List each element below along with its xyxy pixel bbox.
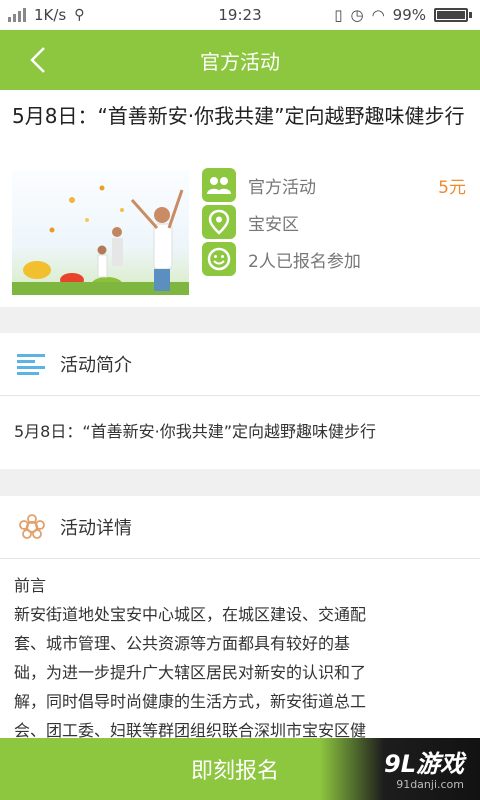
- details-line: 础，为进一步提升广大辖区居民对新安的认识和了: [14, 663, 367, 682]
- activity-location: 宝安区: [248, 214, 299, 235]
- network-speed: 1K/s: [34, 6, 67, 24]
- signal-icon: [8, 8, 26, 22]
- details-heading: 活动详情: [60, 518, 132, 539]
- activity-title: 5月8日：“首善新安·你我共建”定向越野趣味健步行: [12, 104, 465, 128]
- watermark-logo: 9L游戏: [384, 750, 464, 778]
- smiley-icon: [202, 242, 236, 276]
- info-row-category: 官方活动 5元: [202, 168, 470, 202]
- intro-section: 活动简介 5月8日：“首善新安·你我共建”定向越野趣味健步行: [0, 333, 480, 469]
- watermark-url: 91danji.com: [396, 778, 464, 791]
- details-line: 新安街道地处宝安中心城区，在城区建设、交通配: [14, 605, 367, 624]
- flower-icon: [12, 513, 52, 541]
- status-time: 19:23: [218, 6, 262, 24]
- details-body: 前言 新安街道地处宝安中心城区，在城区建设、交通配 套、城市管理、公共资源等方面…: [0, 559, 480, 757]
- text-lines-icon: [12, 353, 52, 375]
- usb-icon: ⚲: [74, 7, 85, 23]
- location-pin-icon: [202, 205, 236, 239]
- activity-category: 官方活动: [248, 177, 316, 198]
- details-line: 解，同时倡导时尚健康的生活方式，新安街道总工: [14, 692, 367, 711]
- info-row-location: 宝安区: [202, 205, 470, 239]
- wifi-icon: ◠: [371, 6, 385, 24]
- app-header: 官方活动: [0, 30, 480, 90]
- alarm-icon: ◷: [350, 6, 364, 24]
- battery-percent: 99%: [392, 6, 426, 24]
- details-line: 套、城市管理、公共资源等方面都具有较好的基: [14, 634, 351, 653]
- signup-label: 即刻报名: [190, 759, 279, 784]
- chevron-left-icon: [30, 47, 45, 73]
- details-preface: 前言: [14, 576, 47, 595]
- page-title: 官方活动: [200, 49, 280, 74]
- intro-text: 5月8日：“首善新安·你我共建”定向越野趣味健步行: [14, 422, 377, 441]
- vibrate-icon: ▯: [334, 6, 343, 24]
- activity-price: 5元: [438, 177, 466, 198]
- back-button[interactable]: [20, 42, 56, 78]
- details-section: 活动详情 前言 新安街道地处宝安中心城区，在城区建设、交通配 套、城市管理、公共…: [0, 496, 480, 740]
- intro-header: 活动简介: [0, 333, 480, 396]
- watermark: 9L游戏 91danji.com: [320, 738, 480, 800]
- details-header: 活动详情: [0, 496, 480, 559]
- activity-photo: [12, 170, 189, 295]
- group-icon: [202, 168, 236, 202]
- status-bar: 1K/s ⚲ 19:23 ▯ ◷ ◠ 99%: [0, 0, 480, 30]
- intro-heading: 活动简介: [60, 355, 132, 376]
- info-row-participants: 2人已报名参加: [202, 242, 470, 276]
- participants-count: 2人已报名参加: [248, 251, 361, 272]
- battery-icon: [434, 8, 472, 22]
